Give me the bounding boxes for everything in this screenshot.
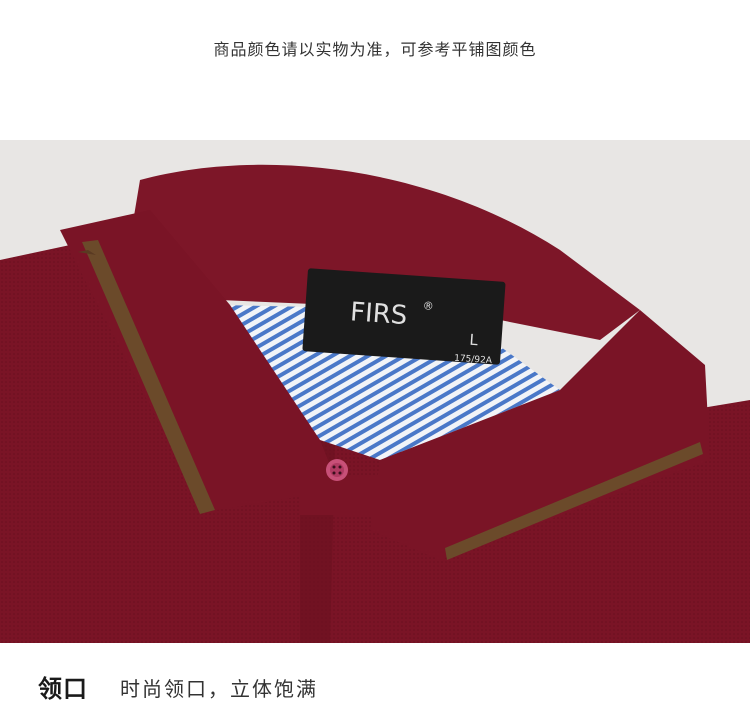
placket-top — [300, 475, 380, 515]
product-photo-collar: FIRS ® L 175/92A — [0, 140, 750, 643]
collar-illustration: FIRS ® L 175/92A — [0, 140, 750, 643]
color-notice: 商品颜色请以实物为准，可参考平铺图颜色 — [213, 40, 537, 59]
label-registered: ® — [422, 299, 434, 313]
caption-title: 领口 — [38, 675, 88, 703]
label-brand: FIRS — [349, 297, 408, 331]
caption-description: 时尚领口，立体饱满 — [120, 677, 318, 701]
feature-caption: 领口 时尚领口，立体饱满 — [0, 643, 750, 720]
